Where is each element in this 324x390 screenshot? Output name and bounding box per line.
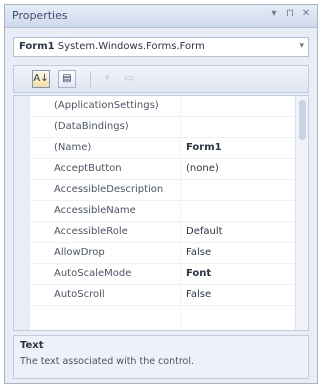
property-name: AccessibleRole	[54, 226, 128, 237]
property-value[interactable]: (none)	[186, 163, 219, 174]
categorized-icon[interactable]: A↓	[32, 70, 50, 88]
property-value[interactable]: Default	[186, 226, 223, 237]
property-name: AccessibleName	[54, 205, 136, 216]
description-text: The text associated with the control.	[20, 356, 195, 367]
property-name: AutoScroll	[54, 289, 105, 300]
description-panel: Text The text associated with the contro…	[13, 335, 309, 379]
property-name: AccessibleDescription	[54, 184, 164, 195]
properties-icon[interactable]: ⚡	[98, 70, 116, 88]
object-name: Form1	[19, 41, 55, 52]
close-icon[interactable]: ✕	[301, 8, 311, 19]
property-row[interactable]: (ApplicationSettings)	[30, 96, 296, 117]
property-row[interactable]: (Name) Form1	[30, 138, 296, 159]
alphabetical-icon[interactable]: ▤	[58, 70, 76, 88]
dropdown-icon[interactable]: ▾	[269, 8, 279, 19]
property-name: (Name)	[54, 142, 92, 153]
property-value[interactable]: False	[186, 289, 211, 300]
property-value[interactable]: False	[186, 247, 211, 258]
grid-gutter	[14, 96, 30, 330]
property-grid: (ApplicationSettings) (DataBindings) (Na…	[13, 95, 309, 331]
property-row[interactable]: AllowDrop False	[30, 243, 296, 264]
object-selector[interactable]: Form1 System.Windows.Forms.Form ▾	[13, 37, 309, 57]
vertical-scrollbar[interactable]	[295, 96, 308, 330]
property-name: AutoScaleMode	[54, 268, 132, 279]
title-controls: ▾ ⊓ ✕	[269, 8, 311, 19]
toolbar-separator	[90, 71, 91, 88]
property-name: AllowDrop	[54, 247, 105, 258]
description-title: Text	[20, 340, 44, 351]
property-row[interactable]: AccessibleName	[30, 201, 296, 222]
events-icon[interactable]: ▭	[120, 70, 138, 88]
property-value[interactable]: Form1	[186, 142, 222, 153]
property-row[interactable]: AutoScaleMode Font	[30, 264, 296, 285]
chevron-down-icon[interactable]: ▾	[299, 41, 304, 51]
property-name: AcceptButton	[54, 163, 122, 174]
object-selector-text: Form1 System.Windows.Forms.Form	[19, 41, 205, 52]
property-row[interactable]: AutoScroll False	[30, 285, 296, 306]
property-row[interactable]: AccessibleDescription	[30, 180, 296, 201]
properties-window: Properties ▾ ⊓ ✕ Form1 System.Windows.Fo…	[4, 4, 318, 384]
property-name: (DataBindings)	[54, 121, 129, 132]
scrollbar-thumb[interactable]	[299, 100, 306, 140]
property-value[interactable]: Font	[186, 268, 211, 279]
property-row[interactable]: (DataBindings)	[30, 117, 296, 138]
property-row[interactable]: AcceptButton (none)	[30, 159, 296, 180]
properties-toolbar: A↓ ▤ ⚡ ▭	[13, 65, 309, 93]
property-row[interactable]: AccessibleRole Default	[30, 222, 296, 243]
window-title: Properties	[12, 9, 68, 22]
object-type: System.Windows.Forms.Form	[57, 41, 205, 52]
title-bar: Properties ▾ ⊓ ✕	[5, 5, 317, 28]
pin-icon[interactable]: ⊓	[285, 8, 295, 19]
property-name: (ApplicationSettings)	[54, 100, 159, 111]
